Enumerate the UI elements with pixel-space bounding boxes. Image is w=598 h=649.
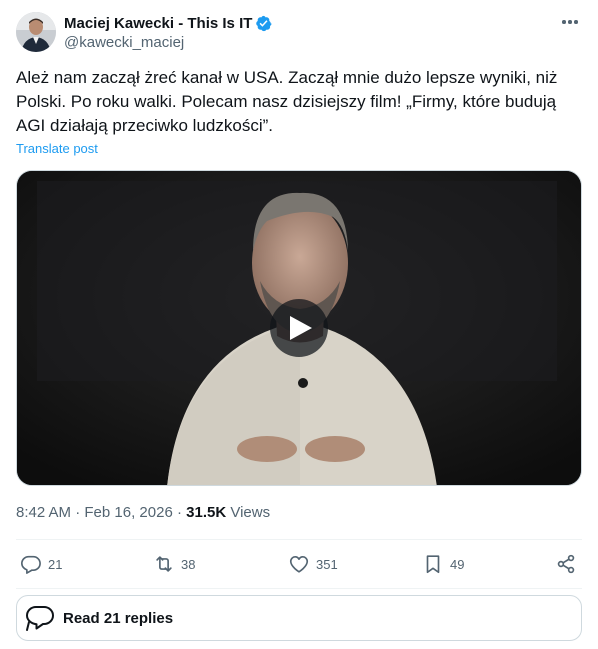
read-replies-label: Read 21 replies <box>63 609 174 627</box>
repost-button[interactable]: 38 <box>153 549 195 579</box>
more-icon[interactable] <box>558 12 582 32</box>
reply-icon <box>21 555 41 574</box>
bookmark-count: 49 <box>450 556 465 572</box>
bookmark-icon <box>426 555 440 574</box>
translate-post-link[interactable]: Translate post <box>16 141 98 156</box>
reply-count: 21 <box>48 556 63 572</box>
post-text: Ależ nam zaczął żreć kanał w USA. Zaczął… <box>16 68 558 135</box>
replies-bubble-icon <box>26 606 54 631</box>
post-date[interactable]: Feb 16, 2026 <box>84 504 172 521</box>
video-player[interactable] <box>16 170 582 486</box>
repost-count: 38 <box>181 556 196 572</box>
meta-separator: · <box>176 504 182 521</box>
author-display-name[interactable]: Maciej Kawecki - This Is IT <box>64 15 252 32</box>
reply-button[interactable]: 21 <box>20 549 62 579</box>
post-time[interactable]: 8:42 AM <box>16 504 71 521</box>
author-handle[interactable]: @kawecki_maciej <box>64 34 272 51</box>
like-button[interactable]: 351 <box>288 549 338 579</box>
repost-icon <box>156 556 172 572</box>
share-icon <box>557 554 575 574</box>
bookmark-button[interactable]: 49 <box>422 549 464 579</box>
verified-badge-icon <box>255 15 272 32</box>
meta-separator: · <box>75 504 81 521</box>
action-bar: 21 38 351 49 <box>16 549 582 579</box>
play-icon[interactable] <box>270 299 328 357</box>
share-button[interactable] <box>555 549 577 579</box>
like-icon <box>289 556 309 573</box>
like-count: 351 <box>316 556 338 572</box>
read-replies-button[interactable]: Read 21 replies <box>16 595 582 641</box>
views-count: 31.5K <box>186 504 227 521</box>
divider <box>16 588 582 589</box>
divider <box>16 539 582 540</box>
post-header: Maciej Kawecki - This Is IT @kawecki_mac… <box>16 12 582 54</box>
views-label: Views <box>230 504 271 521</box>
post-meta: 8:42 AM · Feb 16, 2026 · 31.5K Views <box>16 504 270 521</box>
avatar[interactable] <box>16 12 56 52</box>
